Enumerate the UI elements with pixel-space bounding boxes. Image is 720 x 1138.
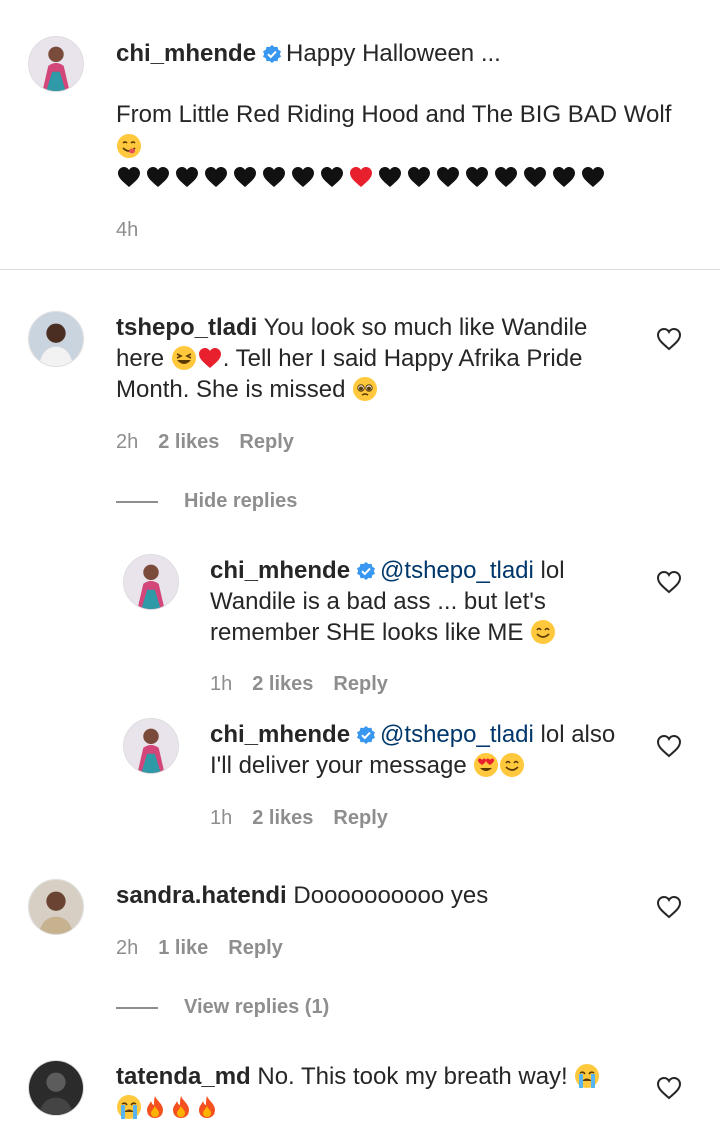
avatar[interactable] [28,1060,84,1116]
black-heart-icon [377,165,403,189]
reply-username[interactable]: chi_mhende [210,557,350,584]
black-heart-icon [116,165,142,189]
crying-emoji-icon [575,1064,600,1088]
comment-line-1: No. This took my breath way! [257,1063,568,1090]
hide-replies-label: Hide replies [184,490,298,512]
like-heart-icon[interactable] [656,570,682,594]
likes-count[interactable]: 2 likes [252,807,313,829]
caption-meta: 4h [116,218,158,242]
reply-time: 1h [210,673,233,695]
fire-icon [199,1096,215,1118]
reply-button[interactable]: Reply [333,807,387,829]
reply-button[interactable]: Reply [228,937,282,959]
avatar[interactable] [123,718,179,774]
likes-count[interactable]: 2 likes [252,673,313,695]
divider [116,1006,158,1009]
comment-text: sandra.hatendi Doooooooooo yes [116,880,636,911]
comment-username[interactable]: tatenda_md [116,1063,251,1090]
reply-line-2: I'll deliver your message [210,752,467,779]
avatar[interactable] [28,36,84,92]
mention-link[interactable]: @tshepo_tladi [380,557,534,584]
black-heart-icon [522,165,548,189]
divider [116,500,158,503]
reply-line-1: lol [540,557,565,584]
reply-text: chi_mhende @tshepo_tladi lol Wandile is a… [210,555,640,648]
mention-link[interactable]: @tshepo_tladi [380,721,534,748]
black-heart-icon [145,165,171,189]
comment-line-3: . Tell her I said Happy Afrika Pride [222,345,583,372]
comment-time: 2h [116,937,139,959]
verified-icon [262,44,282,64]
pleading-emoji-icon [353,377,378,401]
heart-emoji-row [116,165,609,190]
likes-count[interactable]: 2 likes [158,431,219,453]
comment-meta: 2h 2 likes Reply [116,430,314,454]
reply-line-2: Wandile is a bad ass ... but let's [210,588,546,615]
black-heart-icon [435,165,461,189]
verified-icon [356,725,376,745]
avatar[interactable] [123,554,179,610]
caption-text: chi_mhende Happy Halloween ... [116,38,686,69]
black-heart-icon [406,165,432,189]
black-heart-icon [464,165,490,189]
laughing-emoji-icon [171,346,196,370]
like-heart-icon[interactable] [656,327,682,351]
reply-line-3: remember SHE looks like ME [210,619,524,646]
reply-meta: 1h 2 likes Reply [210,806,408,830]
comment-text: tshepo_tladi You look so much like Wandi… [116,312,636,405]
heart-eyes-emoji-icon [474,753,499,777]
reply-username[interactable]: chi_mhende [210,721,350,748]
black-heart-icon [551,165,577,189]
like-heart-icon[interactable] [656,895,682,919]
reply-meta: 1h 2 likes Reply [210,672,408,696]
view-replies-button[interactable]: View replies (1) [116,995,329,1019]
comment-meta: 2h 1 like Reply [116,936,303,960]
comment-username[interactable]: tshepo_tladi [116,314,257,341]
avatar[interactable] [28,879,84,935]
reply-button[interactable]: Reply [239,431,293,453]
red-heart-icon [348,165,374,189]
caption-time: 4h [116,219,139,241]
caption-line-2: From Little Red Riding Hood and The BIG … [116,101,672,128]
black-heart-icon [580,165,606,189]
likes-count[interactable]: 1 like [158,937,208,959]
comment-line-4: Month. She is missed [116,376,346,403]
yum-emoji-icon [117,134,141,158]
verified-icon [356,561,376,581]
comment-username[interactable]: sandra.hatendi [116,882,287,909]
divider [0,269,720,270]
reply-text: chi_mhende @tshepo_tladi lol also I'll de… [210,719,650,781]
smiling-emoji-icon [500,753,525,777]
black-heart-icon [232,165,258,189]
view-replies-label: View replies (1) [184,996,330,1018]
like-heart-icon[interactable] [656,734,682,758]
black-heart-icon [261,165,287,189]
red-heart-icon [197,345,223,371]
hide-replies-button[interactable]: Hide replies [116,489,297,513]
caption-body: From Little Red Riding Hood and The BIG … [116,99,706,130]
comment-line-2: here [116,345,165,372]
black-heart-icon [493,165,519,189]
comment-time: 2h [116,431,139,453]
crying-emoji-icon [117,1095,141,1119]
black-heart-icon [319,165,345,189]
reply-time: 1h [210,807,233,829]
reply-line-1: lol also [540,721,616,748]
fire-icon [173,1096,189,1118]
black-heart-icon [203,165,229,189]
smiling-emoji-icon [531,620,556,644]
comment-line-1: You look so much like Wandile [263,314,588,341]
comment-text: tatenda_md No. This took my breath way! [116,1061,636,1123]
reply-button[interactable]: Reply [333,673,387,695]
avatar[interactable] [28,311,84,367]
fire-icon [147,1096,163,1118]
black-heart-icon [174,165,200,189]
comment-line-1: Doooooooooo yes [293,882,489,909]
black-heart-icon [290,165,316,189]
caption-username[interactable]: chi_mhende [116,40,256,67]
caption-line-1: Happy Halloween ... [286,40,501,67]
like-heart-icon[interactable] [656,1076,682,1100]
